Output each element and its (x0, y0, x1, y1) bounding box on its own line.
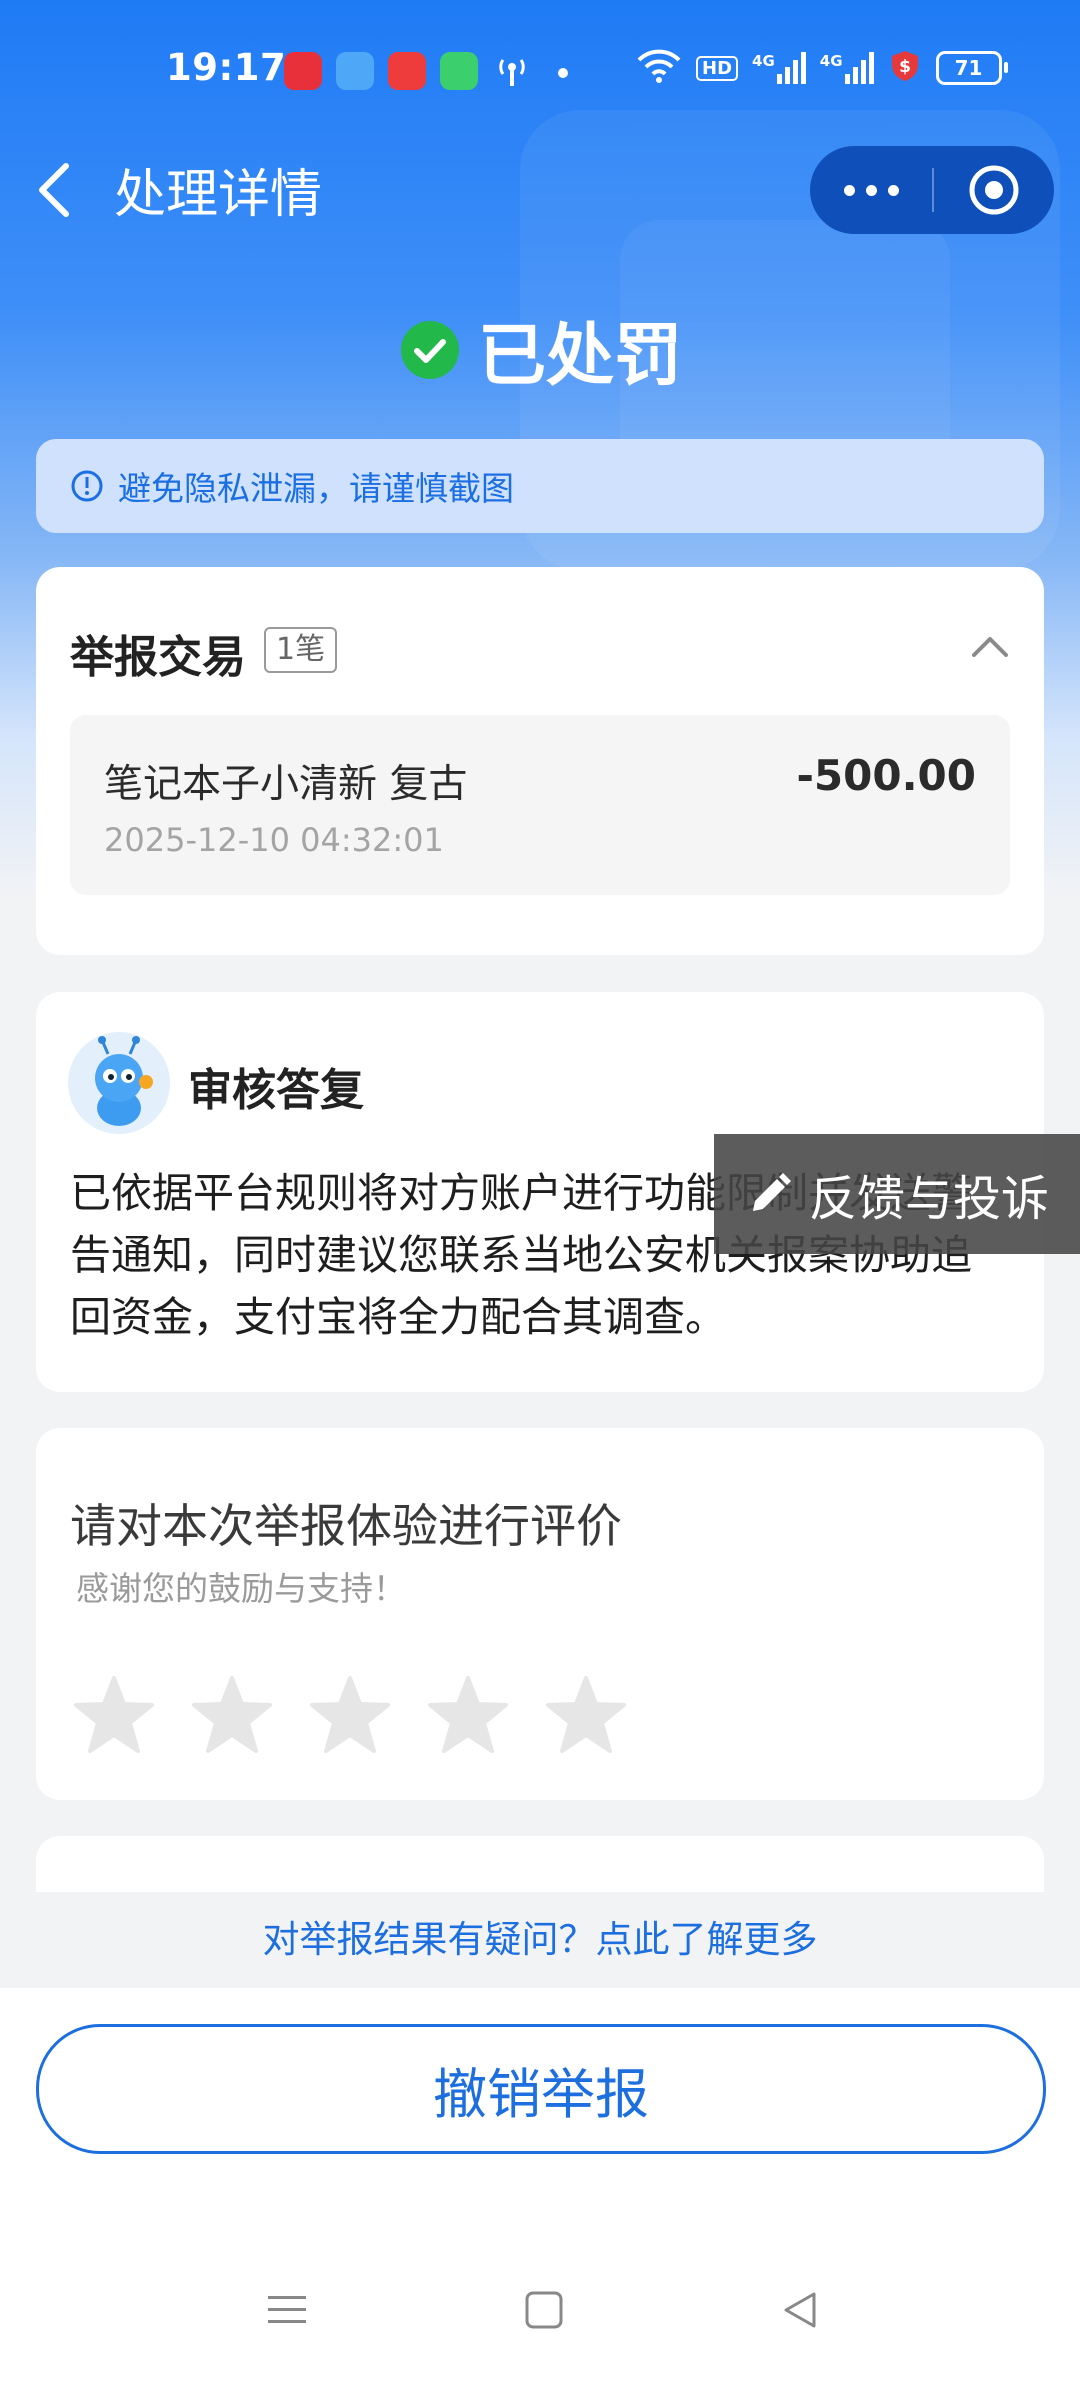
video-app-icon (388, 52, 426, 90)
star-5-icon[interactable] (544, 1674, 628, 1758)
more-options-button[interactable] (810, 146, 932, 234)
battery-icon: 71 (935, 51, 1008, 85)
status-bar: 19:17 HD 4G 4G $ 71 (0, 0, 1080, 140)
system-status-icons: HD 4G 4G $ 71 (636, 48, 1008, 88)
transaction-count-badge: 1笔 (264, 627, 338, 673)
star-3-icon[interactable] (308, 1674, 392, 1758)
menu-icon (268, 2296, 306, 2323)
chevron-up-icon (972, 637, 1008, 657)
chevron-left-icon (39, 163, 69, 217)
miniapp-capsule (810, 146, 1054, 234)
page-title: 处理详情 (114, 165, 323, 225)
transaction-item[interactable]: 笔记本子小清新 复古 -500.00 2025-12-10 04:32:01 (70, 715, 1010, 895)
feedback-complaint-button[interactable]: 反馈与投诉 (714, 1134, 1080, 1254)
transaction-name: 笔记本子小清新 复古 (104, 762, 468, 807)
hd-voice-badge: HD (696, 55, 739, 81)
star-2-icon[interactable] (190, 1674, 274, 1758)
signal-2-icon: 4G (820, 52, 874, 84)
svg-text:$: $ (899, 57, 911, 77)
revoke-report-button[interactable]: 撤销举报 (36, 2024, 1046, 2154)
reported-transaction-card: 举报交易 1笔 笔记本子小清新 复古 -500.00 2025-12-10 04… (36, 567, 1044, 955)
security-shield-icon: $ (888, 49, 922, 87)
review-reply-title: 审核答复 (188, 1065, 364, 1116)
check-circle-icon (401, 320, 459, 379)
ant-mascot-icon (68, 1032, 170, 1134)
back-button[interactable] (30, 160, 80, 220)
rating-subtitle: 感谢您的鼓励与支持！ (76, 1569, 406, 1608)
rating-title: 请对本次举报体验进行评价 (70, 1499, 622, 1553)
collapse-toggle[interactable] (970, 633, 1010, 663)
rating-card: 请对本次举报体验进行评价 感谢您的鼓励与支持！ (36, 1428, 1044, 1800)
feedback-button-label: 反馈与投诉 (808, 1171, 1049, 1227)
notification-icons (284, 52, 532, 90)
info-icon (71, 470, 103, 502)
privacy-notice: 避免隐私泄漏，请谨慎截图 (36, 439, 1044, 533)
star-rating (72, 1674, 628, 1758)
edit-pencil-icon (752, 1173, 791, 1211)
star-1-icon[interactable] (72, 1674, 156, 1758)
back-nav-button[interactable] (780, 2290, 820, 2334)
more-notifications-dot (558, 68, 568, 78)
hotspot-icon (492, 52, 532, 90)
result-status: 已处罚 (400, 300, 682, 399)
store-app-icon (336, 52, 374, 90)
square-home-icon (525, 2291, 563, 2329)
close-miniapp-button[interactable] (934, 146, 1054, 234)
transaction-section-title: 举报交易 (70, 632, 246, 683)
triangle-back-icon (784, 2292, 816, 2328)
faq-link[interactable]: 对举报结果有疑问？点此了解更多 (0, 1892, 1080, 1988)
net-type-1: 4G (752, 52, 775, 70)
signal-1-icon: 4G (752, 52, 806, 84)
music-app-icon (284, 52, 322, 90)
transaction-amount: -500.00 (796, 751, 976, 800)
target-close-icon (969, 165, 1019, 215)
system-navigation-bar (0, 2290, 1080, 2380)
reviewer-avatar (68, 1032, 170, 1134)
home-nav-button[interactable] (524, 2290, 564, 2334)
star-4-icon[interactable] (426, 1674, 510, 1758)
privacy-notice-text: 避免隐私泄漏，请谨慎截图 (118, 469, 514, 508)
result-title: 已处罚 (478, 317, 683, 396)
transaction-time: 2025-12-10 04:32:01 (104, 821, 444, 859)
status-time: 19:17 (166, 46, 287, 89)
menu-nav-button[interactable] (266, 2290, 308, 2334)
net-type-2: 4G (819, 52, 843, 70)
wifi-icon (636, 48, 682, 88)
chat-app-icon (440, 52, 478, 90)
